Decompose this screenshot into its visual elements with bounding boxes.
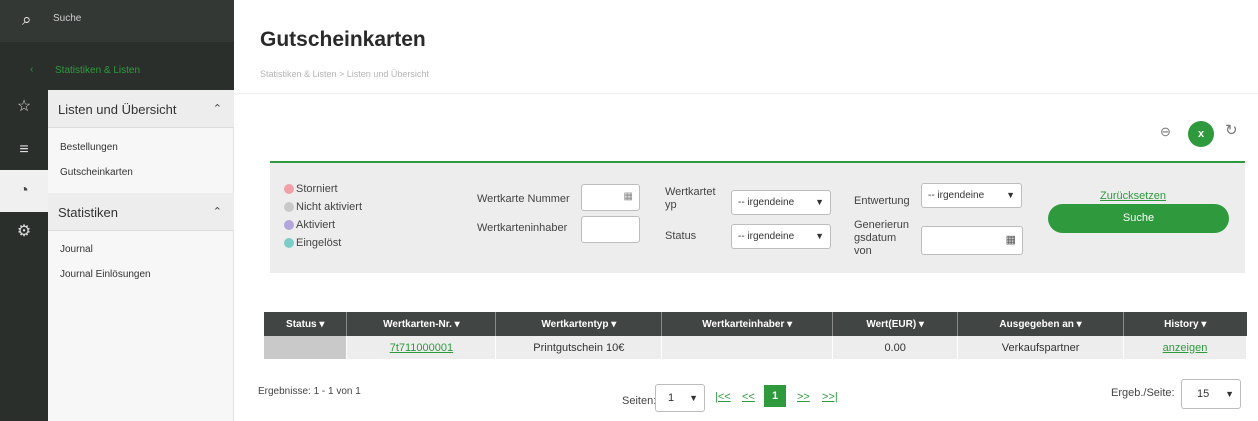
card-type-cell: Printgutschein 10€ — [495, 336, 663, 359]
first-page-link[interactable]: |<< — [715, 391, 731, 403]
card-number-link[interactable]: 7t711000001 — [390, 342, 453, 354]
table-row: 7t711000001 Printgutschein 10€ 0.00 Verk… — [264, 336, 1247, 359]
chevron-down-icon: ▼ — [815, 231, 824, 241]
sidebar-item-journal-redemptions[interactable]: Journal Einlösungen — [60, 269, 151, 280]
chevron-down-icon: ▼ — [1225, 389, 1234, 399]
generation-date-input[interactable]: ▦ — [921, 226, 1023, 255]
section-statistics[interactable]: Statistiken ⌃ — [48, 193, 234, 231]
status-dot-icon — [284, 184, 294, 194]
status-value: -- irgendeine — [738, 231, 795, 242]
breadcrumb[interactable]: Statistiken & Listen > Listen und Übersi… — [260, 69, 429, 79]
card-number-input[interactable]: ▦ — [581, 184, 640, 211]
col-card-number[interactable]: Wertkarten-Nr. ▾ — [346, 312, 497, 336]
star-icon[interactable]: ☆ — [14, 97, 34, 117]
calendar-icon[interactable]: ▦ — [1006, 233, 1016, 246]
legend-label: Aktiviert — [296, 219, 336, 231]
devaluation-select[interactable]: -- irgendeine ▼ — [921, 183, 1022, 208]
section-lists[interactable]: Listen und Übersicht ⌃ — [48, 90, 234, 128]
gen-date-label-line: von — [854, 245, 872, 257]
col-card-holder[interactable]: Wertkarteinhaber ▾ — [661, 312, 834, 336]
prev-page-link[interactable]: << — [742, 391, 755, 403]
col-history[interactable]: History ▾ — [1123, 312, 1247, 336]
legend-cancelled: Storniert — [284, 183, 338, 195]
history-cell: anzeigen — [1123, 336, 1247, 359]
card-holder-label: Wertkarteninhaber — [477, 222, 568, 234]
divider — [234, 93, 1258, 94]
search-input[interactable]: Suche — [53, 13, 81, 24]
card-number-label: Wertkarte Nummer — [477, 193, 570, 205]
results-count: Ergebnisse: 1 - 1 von 1 — [258, 386, 361, 397]
sidebar-item-journal[interactable]: Journal — [60, 244, 93, 255]
page-select-value: 1 — [668, 392, 675, 404]
issued-to-cell: Verkaufspartner — [957, 336, 1125, 359]
chevron-left-icon[interactable]: ‹ — [30, 64, 33, 75]
generation-date-label: Generierun gsdatum von — [854, 219, 909, 258]
gear-icon[interactable]: ⚙ — [14, 222, 34, 242]
chevron-down-icon: ▼ — [689, 393, 698, 403]
back-link[interactable]: Statistiken & Listen — [55, 65, 140, 76]
per-page-select[interactable]: 15 ▼ — [1181, 379, 1241, 409]
devaluation-value: -- irgendeine — [928, 190, 985, 201]
current-page[interactable]: 1 — [764, 385, 786, 407]
per-page-value: 15 — [1197, 388, 1210, 400]
filter-panel: Storniert Nicht aktiviert Aktiviert Eing… — [270, 161, 1245, 273]
card-holder-input[interactable] — [581, 216, 640, 243]
per-page-label: Ergeb./Seite: — [1111, 387, 1175, 399]
legend-not-activated: Nicht aktiviert — [284, 201, 362, 213]
refresh-icon[interactable]: ↻ — [1225, 121, 1238, 139]
col-issued-to[interactable]: Ausgegeben an ▾ — [957, 312, 1125, 336]
search-button[interactable]: Suche — [1048, 204, 1229, 233]
table-header-row: Status ▾ Wertkarten-Nr. ▾ Wertkartentyp … — [264, 312, 1247, 336]
legend-redeemed: Eingelöst — [284, 237, 341, 249]
search-icon[interactable]: ⌕ — [22, 10, 32, 30]
zoom-out-icon[interactable]: ⊖ — [1160, 124, 1171, 140]
chevron-up-icon[interactable]: ⌃ — [213, 205, 222, 218]
list-icon[interactable]: ≡ — [14, 140, 34, 160]
value-cell: 0.00 — [832, 336, 959, 359]
card-holder-cell — [661, 336, 834, 359]
chevron-down-icon: ▼ — [1006, 190, 1015, 200]
col-status[interactable]: Status ▾ — [264, 312, 348, 336]
status-label: Status — [665, 230, 697, 242]
col-value[interactable]: Wert(EUR) ▾ — [832, 312, 959, 336]
page-select[interactable]: 1 ▼ — [655, 384, 705, 412]
chevron-up-icon[interactable]: ⌃ — [213, 102, 222, 115]
status-dot-icon — [284, 202, 294, 212]
legend-activated: Aktiviert — [284, 219, 335, 231]
sidebar-item-vouchers[interactable]: Gutscheinkarten — [60, 167, 133, 178]
legend-label: Nicht aktiviert — [296, 201, 363, 213]
gen-date-label-line: Generierun — [854, 219, 910, 231]
card-type-select[interactable]: -- irgendeine ▼ — [731, 190, 831, 215]
page-title: Gutscheinkarten — [260, 28, 426, 51]
last-page-link[interactable]: >>| — [822, 391, 838, 403]
devaluation-label: Entwertung — [854, 195, 910, 207]
status-dot-icon — [284, 220, 294, 230]
history-link[interactable]: anzeigen — [1163, 342, 1208, 354]
status-cell — [264, 336, 348, 359]
status-select[interactable]: -- irgendeine ▼ — [731, 224, 831, 249]
gen-date-label-line: gsdatum — [854, 232, 897, 244]
card-type-label-line: yp — [665, 199, 677, 211]
section-lists-label: Listen und Übersicht — [58, 102, 177, 117]
results-table: Status ▾ Wertkarten-Nr. ▾ Wertkartentyp … — [264, 312, 1247, 359]
card-type-label-line: Wertkartet — [665, 186, 716, 198]
col-card-type[interactable]: Wertkartentyp ▾ — [495, 312, 663, 336]
card-type-value: -- irgendeine — [738, 197, 795, 208]
sidebar-menu: Listen und Übersicht ⌃ Bestellungen Guts… — [48, 90, 234, 421]
reset-link[interactable]: Zurücksetzen — [1100, 190, 1166, 202]
status-dot-icon — [284, 238, 294, 248]
sidebar-item-orders[interactable]: Bestellungen — [60, 142, 118, 153]
excel-export-icon[interactable]: x — [1188, 121, 1214, 147]
next-page-link[interactable]: >> — [797, 391, 810, 403]
stepper-icon[interactable]: ▦ — [624, 191, 633, 202]
section-statistics-label: Statistiken — [58, 205, 118, 220]
search-bar[interactable]: ⌕ Suche — [0, 0, 234, 42]
pages-label: Seiten: — [622, 395, 657, 407]
card-type-label: Wertkartet yp — [665, 186, 716, 212]
legend-label: Storniert — [296, 183, 338, 195]
chevron-down-icon: ▼ — [815, 197, 824, 207]
chart-pie-icon[interactable]: ◔ — [0, 170, 48, 212]
legend-label: Eingelöst — [296, 237, 342, 249]
card-number-cell: 7t711000001 — [346, 336, 497, 359]
